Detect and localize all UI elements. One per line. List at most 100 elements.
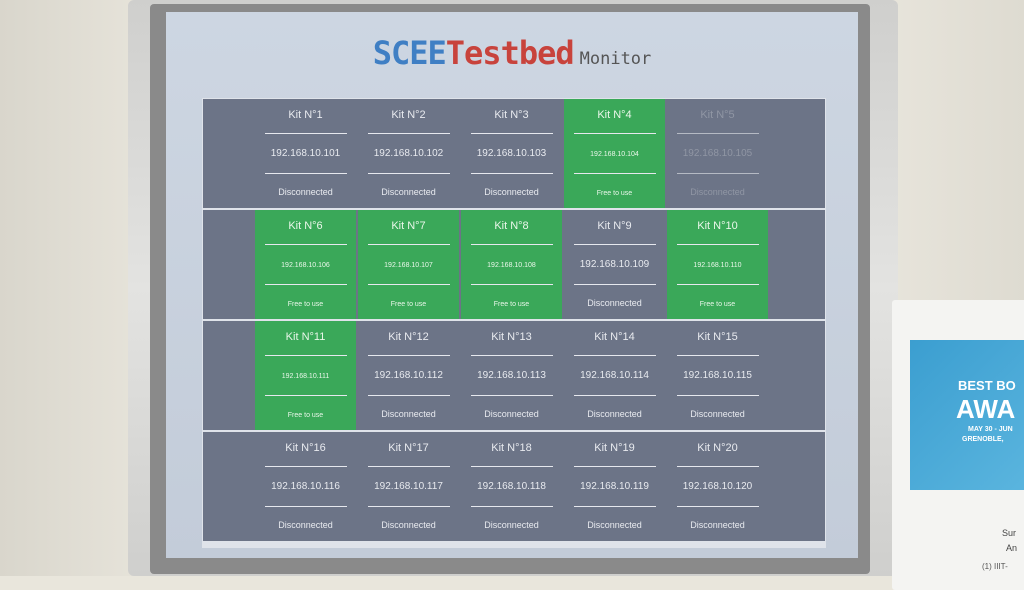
kit-status: Disconnected (587, 298, 642, 308)
kit-name: Kit N°15 (697, 331, 738, 343)
kit-cell[interactable]: Kit N°3 192.168.10.103 Disconnected (461, 99, 562, 208)
kit-cell[interactable]: Kit N°16 192.168.10.116 Disconnected (255, 432, 356, 541)
kit-cell[interactable]: Kit N°5 192.168.10.105 Disconnected (667, 99, 768, 208)
kit-cell[interactable]: Kit N°17 192.168.10.117 Disconnected (358, 432, 459, 541)
kit-cell[interactable]: Kit N°8 192.168.10.108 Free to use (461, 210, 562, 319)
kit-ip: 192.168.10.111 (281, 373, 330, 380)
kit-name: Kit N°16 (285, 442, 326, 454)
kit-divider (574, 133, 656, 134)
page-title: SCEETestbed Monitor (166, 34, 858, 72)
kit-divider (368, 355, 450, 356)
kit-name: Kit N°13 (491, 331, 532, 343)
kit-row-4: Kit N°16 192.168.10.116 Disconnected Kit N°… (203, 432, 825, 541)
kit-divider (265, 355, 347, 356)
kit-name: Kit N°1 (288, 109, 323, 121)
kit-ip: 192.168.10.101 (270, 148, 341, 159)
kit-cell[interactable]: Kit N°4 192.168.10.104 Free to use (564, 99, 665, 208)
kit-divider (265, 395, 347, 396)
kit-divider (471, 284, 553, 285)
kit-divider (368, 173, 450, 174)
kit-status: Disconnected (587, 409, 642, 419)
kit-cell[interactable]: Kit N°7 192.168.10.107 Free to use (358, 210, 459, 319)
kit-ip: 192.168.10.103 (476, 148, 547, 159)
kit-ip: 192.168.10.116 (271, 481, 340, 492)
kit-status: Disconnected (587, 520, 642, 530)
award-text-3: MAY 30 - JUN (968, 426, 1013, 433)
kit-ip: 192.168.10.108 (487, 262, 536, 269)
kit-cell[interactable]: Kit N°11 192.168.10.111 Free to use (255, 321, 356, 430)
kit-name: Kit N°2 (391, 109, 426, 121)
kit-status: Disconnected (690, 187, 745, 197)
kit-status: Disconnected (690, 520, 745, 530)
kit-status: Disconnected (484, 409, 539, 419)
kit-divider (574, 173, 656, 174)
kit-cell[interactable]: Kit N°6 192.168.10.106 Free to use (255, 210, 356, 319)
kit-status: Free to use (596, 190, 633, 197)
kit-divider (574, 395, 656, 396)
kit-status: Disconnected (381, 187, 436, 197)
kit-divider (574, 244, 656, 245)
kit-ip: 192.168.10.105 (682, 148, 753, 159)
kit-cell[interactable]: Kit N°18 192.168.10.118 Disconnected (461, 432, 562, 541)
kit-divider (677, 133, 759, 134)
kit-divider (471, 244, 553, 245)
award-text-7: (1) IIIT- (982, 562, 1008, 571)
kit-divider (677, 173, 759, 174)
kit-ip: 192.168.10.120 (682, 481, 753, 492)
kit-name: Kit N°8 (494, 220, 529, 232)
kit-ip: 192.168.10.102 (373, 148, 444, 159)
kit-cell[interactable]: Kit N°13 192.168.10.113 Disconnected (461, 321, 562, 430)
kit-cell[interactable]: Kit N°10 192.168.10.110 Free to use (667, 210, 768, 319)
kit-divider (574, 355, 656, 356)
title-testbed: Testbed (445, 34, 575, 72)
kit-divider (677, 284, 759, 285)
kit-name: Kit N°11 (285, 331, 326, 343)
kit-divider (574, 466, 656, 467)
kit-name: Kit N°19 (594, 442, 635, 454)
kit-name: Kit N°6 (288, 220, 323, 232)
kit-divider (265, 506, 347, 507)
kit-divider (471, 395, 553, 396)
kit-divider (677, 355, 759, 356)
kit-name: Kit N°4 (597, 109, 632, 121)
kit-status: Disconnected (381, 409, 436, 419)
kit-status: Free to use (493, 301, 530, 308)
award-text-1: BEST BO (958, 378, 1016, 393)
kit-ip: 192.168.10.117 (374, 481, 443, 492)
kit-ip: 192.168.10.118 (477, 481, 546, 492)
kit-cell[interactable]: Kit N°1 192.168.10.101 Disconnected (255, 99, 356, 208)
kit-cell[interactable]: Kit N°15 192.168.10.115 Disconnected (667, 321, 768, 430)
kit-status: Disconnected (484, 187, 539, 197)
kit-name: Kit N°5 (700, 109, 735, 121)
kit-name: Kit N°17 (388, 442, 429, 454)
kit-name: Kit N°9 (597, 220, 632, 232)
kit-divider (574, 284, 656, 285)
kit-divider (368, 133, 450, 134)
award-text-5: Sur (1002, 528, 1017, 538)
title-scee: SCEE (372, 34, 447, 72)
kit-status: Disconnected (484, 520, 539, 530)
kit-cell[interactable]: Kit N°14 192.168.10.114 Disconnected (564, 321, 665, 430)
kit-cell[interactable]: Kit N°9 192.168.10.109 Disconnected (564, 210, 665, 319)
kit-ip: 192.168.10.119 (580, 481, 649, 492)
award-text-4: GRENOBLE, (962, 436, 1004, 443)
kit-row-1: Kit N°1 192.168.10.101 Disconnected Kit N°2… (203, 99, 825, 208)
kit-status: Free to use (390, 301, 427, 308)
kit-divider (368, 395, 450, 396)
kit-row-2: Kit N°6 192.168.10.106 Free to use Kit N°7 1… (203, 210, 825, 319)
kit-cell[interactable]: Kit N°12 192.168.10.112 Disconnected (358, 321, 459, 430)
kit-ip: 192.168.10.109 (579, 259, 650, 270)
kit-divider (471, 506, 553, 507)
kit-cell[interactable]: Kit N°2 192.168.10.102 Disconnected (358, 99, 459, 208)
kit-status: Disconnected (690, 409, 745, 419)
kit-cell[interactable]: Kit N°19 192.168.10.119 Disconnected (564, 432, 665, 541)
title-monitor: Monitor (579, 49, 652, 69)
kit-cell[interactable]: Kit N°20 192.168.10.120 Disconnected (667, 432, 768, 541)
kit-name: Kit N°3 (494, 109, 529, 121)
kit-divider (677, 506, 759, 507)
kit-divider (677, 395, 759, 396)
kit-name: Kit N°18 (491, 442, 532, 454)
kit-name: Kit N°7 (391, 220, 426, 232)
kit-divider (471, 133, 553, 134)
award-text-6: An (1006, 543, 1018, 553)
